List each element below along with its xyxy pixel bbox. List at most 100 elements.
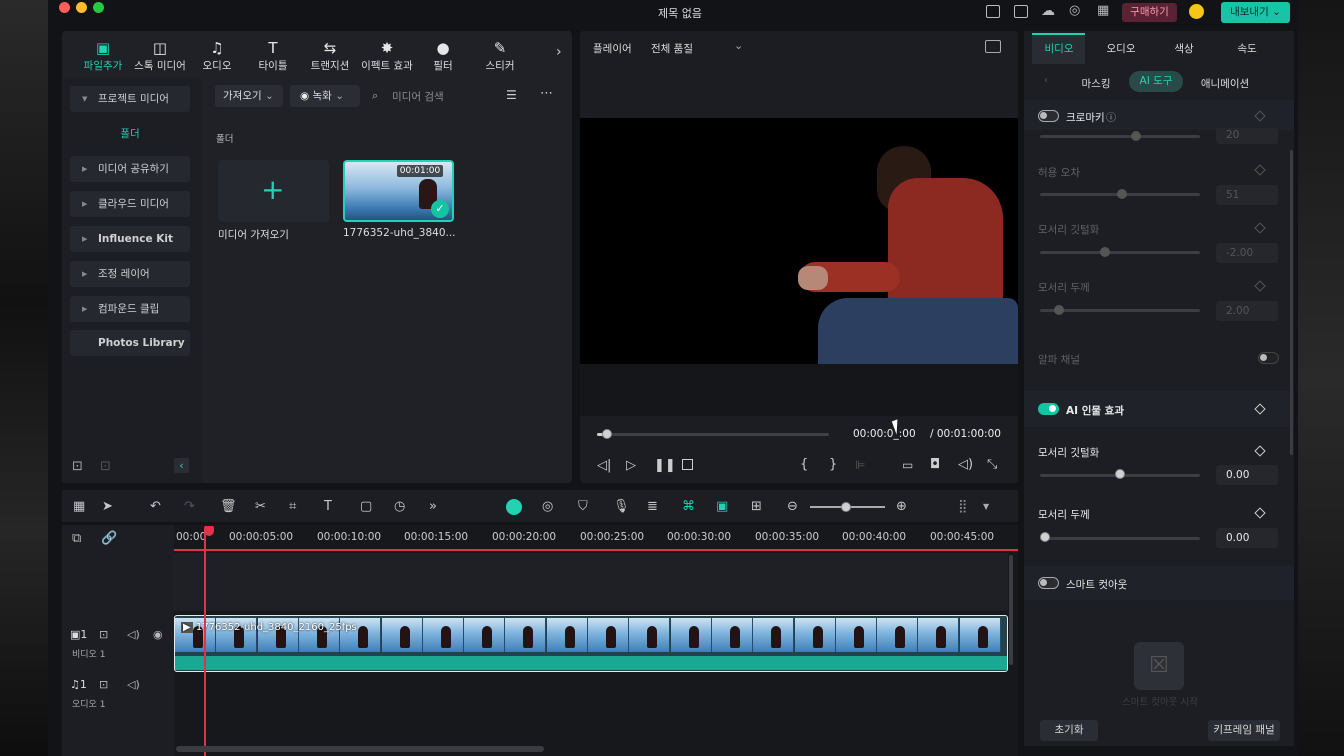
display-icon[interactable]: ▭ xyxy=(902,458,913,472)
mark-out-icon[interactable]: } xyxy=(829,457,837,472)
edge-feather-knob[interactable] xyxy=(1115,469,1125,479)
close-window-button[interactable] xyxy=(59,2,70,13)
tab-audio-props[interactable]: 오디오 xyxy=(1100,41,1142,56)
microphone-icon[interactable]: 🎙 xyxy=(613,499,630,514)
snapshot-view-icon[interactable] xyxy=(985,40,1001,53)
tab-transitions[interactable]: ⇆ 트랜지션 xyxy=(302,38,358,73)
zoom-window-button[interactable] xyxy=(93,2,104,13)
new-folder-icon[interactable]: ⊡ xyxy=(72,459,83,474)
volume-icon[interactable]: ◁) xyxy=(958,457,973,472)
pip-icon[interactable]: ⊞ xyxy=(751,499,762,514)
mark-in-icon[interactable]: { xyxy=(800,457,808,472)
video-clip[interactable]: ▶ 1776352-uhd_3840_2160_25fps xyxy=(174,615,1008,672)
camera-snapshot-icon[interactable]: ◘ xyxy=(930,457,940,472)
edge-thickness-dim-value[interactable]: 2.00 xyxy=(1216,301,1278,321)
nav-item-influence-kit[interactable]: ▶ Influence Kit xyxy=(70,226,190,252)
project-media-item[interactable]: ▼ 프로젝트 미디어 xyxy=(70,86,190,112)
more-tools-icon[interactable]: » xyxy=(429,499,437,514)
properties-scrollbar[interactable] xyxy=(1290,150,1293,455)
nav-item-cloud-media[interactable]: ▶ 클라우드 미디어 xyxy=(70,191,190,217)
lock-icon[interactable]: ⊡ xyxy=(99,628,108,641)
auto-ripple-icon[interactable]: ▣ xyxy=(716,499,728,514)
lock-icon[interactable]: ⊡ xyxy=(99,678,108,691)
subtab-ai-tools[interactable]: AI 도구 xyxy=(1129,71,1183,92)
nav-item-adjustment-layer[interactable]: ▶ 조정 레이어 xyxy=(70,261,190,287)
fullscreen-icon[interactable]: ⤡ xyxy=(987,457,997,472)
cloud-icon[interactable]: ☁ xyxy=(1041,3,1055,19)
tolerance-value[interactable]: 20 xyxy=(1216,128,1278,144)
chevron-right-icon[interactable]: › xyxy=(556,44,562,60)
smart-cutout-toggle[interactable] xyxy=(1038,577,1059,589)
tolerance-slider-knob[interactable] xyxy=(1131,131,1141,141)
redo-icon[interactable]: ↷ xyxy=(184,499,195,514)
media-search-input[interactable]: 미디어 검색 xyxy=(392,89,444,104)
nav-item-photos-library[interactable]: Photos Library xyxy=(70,330,190,356)
edge-feather-dim-slider[interactable] xyxy=(1040,251,1200,254)
folder-item[interactable]: 폴더 xyxy=(70,121,190,147)
folder-icon[interactable]: ⊡ xyxy=(100,459,111,474)
tab-audio[interactable]: ♫ 오디오 xyxy=(189,38,245,73)
zoom-slider-knob[interactable] xyxy=(841,502,851,512)
account-avatar-icon[interactable] xyxy=(1189,4,1204,19)
split-scissors-icon[interactable]: ✂ xyxy=(255,499,266,514)
keyframe-panel-button[interactable]: 키프레임 패널 xyxy=(1208,720,1280,741)
export-button[interactable]: 내보내기 ⌄ xyxy=(1221,2,1290,23)
more-options-icon[interactable]: ⋯ xyxy=(540,86,553,101)
filter-sort-icon[interactable]: ☰ xyxy=(506,88,517,102)
timeline-vertical-scrollbar[interactable] xyxy=(1009,555,1013,665)
timeline-horizontal-scrollbar[interactable] xyxy=(176,746,544,752)
edge-thickness-value[interactable]: 0.00 xyxy=(1216,528,1278,548)
quality-dropdown[interactable]: 전체 품질 xyxy=(651,41,693,56)
chevron-down-icon[interactable]: ▼ xyxy=(983,502,989,511)
timeline-layout-icon[interactable]: ⣿ xyxy=(958,499,968,514)
import-media-tile[interactable]: + xyxy=(218,160,329,222)
layout-grid-icon[interactable]: ▦ xyxy=(73,499,85,514)
mute-icon[interactable]: ◁) xyxy=(127,628,140,641)
render-icon[interactable]: ◎ xyxy=(542,499,553,514)
player-progress-track[interactable] xyxy=(597,433,829,436)
help-icon[interactable]: ⓘ xyxy=(1106,109,1116,124)
tab-titles[interactable]: T 타이틀 xyxy=(245,38,301,73)
link-icon[interactable]: 🔗 xyxy=(101,531,117,546)
edge-thickness-slider[interactable] xyxy=(1040,537,1200,540)
minimize-window-button[interactable] xyxy=(76,2,87,13)
audio-mix-icon[interactable]: ≣ xyxy=(647,499,658,514)
play-icon[interactable]: ▷ xyxy=(626,458,636,473)
layout-icon[interactable] xyxy=(986,5,1000,18)
smart-cutout-icon[interactable]: ☒ xyxy=(1134,642,1184,690)
mute-icon[interactable]: ◁) xyxy=(127,678,140,691)
edge-feather-dim-value[interactable]: -2.00 xyxy=(1216,243,1278,263)
shape-icon[interactable]: ▢ xyxy=(360,499,372,514)
tolerance-slider-track[interactable] xyxy=(1040,135,1200,138)
undo-icon[interactable]: ↶ xyxy=(150,499,161,514)
subtab-masking[interactable]: 마스킹 xyxy=(1072,76,1120,91)
buy-button[interactable]: 구매하기 xyxy=(1122,3,1177,22)
speed-icon[interactable]: ◷ xyxy=(394,499,405,514)
tab-stock-media[interactable]: ◫ 스톡 미디어 xyxy=(132,38,188,73)
subtab-scroll-left-icon[interactable]: ‹ xyxy=(1044,75,1048,86)
tolerance-error-knob[interactable] xyxy=(1117,189,1127,199)
ai-assistant-icon[interactable] xyxy=(506,499,522,515)
import-dropdown[interactable]: 가져오기 ⌄ xyxy=(215,85,283,107)
text-tool-icon[interactable]: T xyxy=(324,499,332,514)
reset-button[interactable]: 초기화 xyxy=(1040,720,1098,741)
add-track-icon[interactable]: ⧉ xyxy=(72,531,81,546)
eye-icon[interactable]: ◉ xyxy=(153,628,163,641)
edge-feather-value[interactable]: 0.00 xyxy=(1216,465,1278,485)
zoom-in-icon[interactable]: ⊕ xyxy=(896,499,907,514)
nav-item-compound-clip[interactable]: ▶ 컴파운드 클립 xyxy=(70,296,190,322)
tab-effects[interactable]: ✸ 이펙트 효과 xyxy=(358,38,416,73)
previous-frame-icon[interactable]: ◁| xyxy=(597,458,611,473)
tab-import[interactable]: ▣ 파일추가 xyxy=(75,38,131,73)
player-progress-knob[interactable] xyxy=(601,429,612,439)
ai-portrait-toggle[interactable] xyxy=(1038,403,1059,415)
chroma-key-toggle[interactable] xyxy=(1038,110,1059,122)
tab-speed[interactable]: 속도 xyxy=(1229,41,1265,56)
headset-icon[interactable]: ◎ xyxy=(1069,3,1080,18)
chevron-down-icon[interactable]: ⌄ xyxy=(734,39,743,52)
subtab-animation[interactable]: 애니메이션 xyxy=(1196,76,1254,91)
tolerance-error-value[interactable]: 51 xyxy=(1216,185,1278,205)
alpha-channel-toggle[interactable] xyxy=(1258,352,1279,364)
zoom-out-icon[interactable]: ⊖ xyxy=(787,499,798,514)
marker-icon[interactable]: ⊫ xyxy=(855,458,865,472)
